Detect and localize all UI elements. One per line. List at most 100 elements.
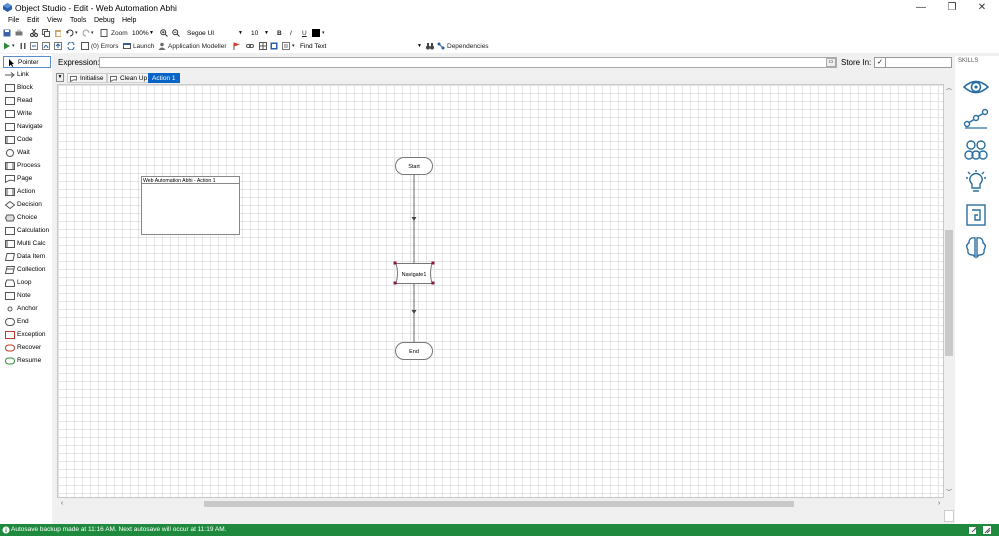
tab-initialise[interactable]: Initialise: [67, 73, 108, 83]
tabs-dropdown-button[interactable]: ▼: [56, 73, 64, 82]
color-swatch-icon[interactable]: [312, 29, 320, 37]
errors-icon[interactable]: [81, 42, 89, 50]
action-note-block[interactable]: Web Automation Abhi - Action 1: [141, 176, 240, 235]
tool-decision[interactable]: Decision: [3, 199, 51, 211]
close-button[interactable]: ✕: [967, 0, 997, 16]
scroll-down-icon[interactable]: ﹀: [944, 488, 954, 498]
tool-exception[interactable]: Exception: [3, 329, 51, 341]
redo-dropdown-icon[interactable]: ▾: [91, 28, 94, 39]
maximize-button[interactable]: ❐: [937, 0, 967, 16]
tab-action-1[interactable]: Action 1: [148, 73, 180, 83]
application-modeller-button[interactable]: Application Modeller: [168, 41, 227, 52]
tool-multi-calc[interactable]: Multi Calc: [3, 238, 51, 250]
paste-icon[interactable]: [54, 29, 62, 37]
menu-file[interactable]: File: [8, 17, 19, 24]
color-dropdown-icon[interactable]: ▾: [322, 28, 325, 39]
horizontal-scroll-thumb[interactable]: [204, 501, 794, 507]
tool-process[interactable]: Process: [3, 160, 51, 172]
menu-tools[interactable]: Tools: [70, 17, 86, 24]
dependencies-icon[interactable]: [437, 42, 445, 50]
run-icon[interactable]: [3, 42, 11, 50]
tool-choice[interactable]: Choice: [3, 212, 51, 224]
tool-code[interactable]: Code: [3, 134, 51, 146]
tool-link[interactable]: Link: [3, 69, 51, 81]
tool-anchor[interactable]: Anchor: [3, 303, 51, 315]
menu-edit[interactable]: Edit: [27, 17, 39, 24]
expression-input[interactable]: [99, 57, 837, 68]
selection-handle[interactable]: [431, 281, 435, 285]
launch-icon[interactable]: [123, 42, 131, 50]
tool-recover[interactable]: Recover: [3, 342, 51, 354]
selection-handle[interactable]: [393, 261, 397, 265]
vertical-scroll-thumb[interactable]: [945, 230, 953, 356]
application-modeller-icon[interactable]: [158, 42, 166, 50]
edit-status-icon[interactable]: [968, 525, 978, 535]
tool-resume[interactable]: Resume: [3, 355, 51, 367]
step-out-icon[interactable]: [54, 42, 62, 50]
tool-write[interactable]: Write: [3, 108, 51, 120]
selection-handle[interactable]: [393, 281, 397, 285]
grid-icon[interactable]: [259, 42, 267, 50]
tool-wait[interactable]: Wait: [3, 147, 51, 159]
errors-button[interactable]: (0) Errors: [91, 41, 118, 52]
font-size-combo[interactable]: 10 ▼: [249, 28, 271, 38]
tool-pointer[interactable]: Pointer: [3, 56, 51, 68]
store-in-input[interactable]: [885, 57, 952, 68]
horizontal-scrollbar[interactable]: ‹ ›: [57, 499, 944, 509]
underline-button[interactable]: U: [302, 28, 307, 39]
scroll-left-icon[interactable]: ‹: [57, 499, 67, 509]
link-icon[interactable]: [246, 42, 254, 50]
scroll-right-icon[interactable]: ›: [934, 499, 944, 509]
step-over-icon[interactable]: [42, 42, 50, 50]
run-dropdown-icon[interactable]: ▾: [12, 41, 15, 52]
tool-calculation[interactable]: Calculation: [3, 225, 51, 237]
zoom-combo[interactable]: 100% ▼: [130, 28, 156, 38]
menu-help[interactable]: Help: [122, 17, 136, 24]
diagram-canvas[interactable]: Web Automation Abhi - Action 1 Start Nav…: [57, 84, 944, 498]
bold-button[interactable]: B: [277, 28, 282, 39]
reset-icon[interactable]: [67, 42, 75, 50]
vertical-scrollbar[interactable]: ︿ ﹀: [944, 84, 954, 498]
start-stage[interactable]: Start: [395, 157, 433, 175]
binoculars-icon[interactable]: [426, 42, 434, 50]
cut-icon[interactable]: [30, 29, 38, 37]
zoom-out-icon[interactable]: [172, 29, 180, 37]
brain-icon[interactable]: [963, 235, 989, 259]
team-icon[interactable]: [963, 138, 989, 162]
font-family-combo[interactable]: Segoe UI ▼: [185, 28, 245, 38]
end-stage[interactable]: End: [395, 342, 433, 360]
scroll-up-icon[interactable]: ︿: [944, 84, 954, 94]
print-icon[interactable]: [15, 29, 23, 37]
tool-loop[interactable]: Loop: [3, 277, 51, 289]
workflow-icon[interactable]: [963, 106, 989, 130]
menu-debug[interactable]: Debug: [94, 17, 115, 24]
undo-dropdown-icon[interactable]: ▾: [75, 28, 78, 39]
selection-handle[interactable]: [431, 261, 435, 265]
tab-clean-up[interactable]: Clean Up: [107, 73, 152, 83]
align-dropdown-icon[interactable]: ▾: [292, 41, 295, 52]
redo-icon[interactable]: [82, 29, 90, 37]
tool-block[interactable]: Block: [3, 82, 51, 94]
menu-view[interactable]: View: [47, 17, 62, 24]
find-text-combo[interactable]: Find Text ▼: [298, 41, 424, 51]
snap-icon[interactable]: [270, 42, 278, 50]
flag-icon[interactable]: [233, 42, 241, 50]
pause-icon[interactable]: [19, 42, 27, 50]
lightbulb-icon[interactable]: [963, 170, 989, 194]
tool-note[interactable]: Note: [3, 290, 51, 302]
tool-action[interactable]: Action: [3, 186, 51, 198]
eye-icon[interactable]: [963, 75, 989, 99]
italic-button[interactable]: I: [290, 28, 292, 39]
tool-data-item[interactable]: Data Item: [3, 251, 51, 263]
copy-icon[interactable]: [42, 29, 50, 37]
tool-collection[interactable]: Collection: [3, 264, 51, 276]
step-icon[interactable]: [30, 42, 38, 50]
tool-end[interactable]: End: [3, 316, 51, 328]
save-icon[interactable]: [3, 29, 11, 37]
dependencies-button[interactable]: Dependencies: [447, 41, 489, 52]
launch-button[interactable]: Launch: [133, 41, 154, 52]
tool-read[interactable]: Read: [3, 95, 51, 107]
page-icon[interactable]: [100, 29, 108, 37]
align-icon[interactable]: [282, 42, 290, 50]
zoom-in-icon[interactable]: [160, 29, 168, 37]
